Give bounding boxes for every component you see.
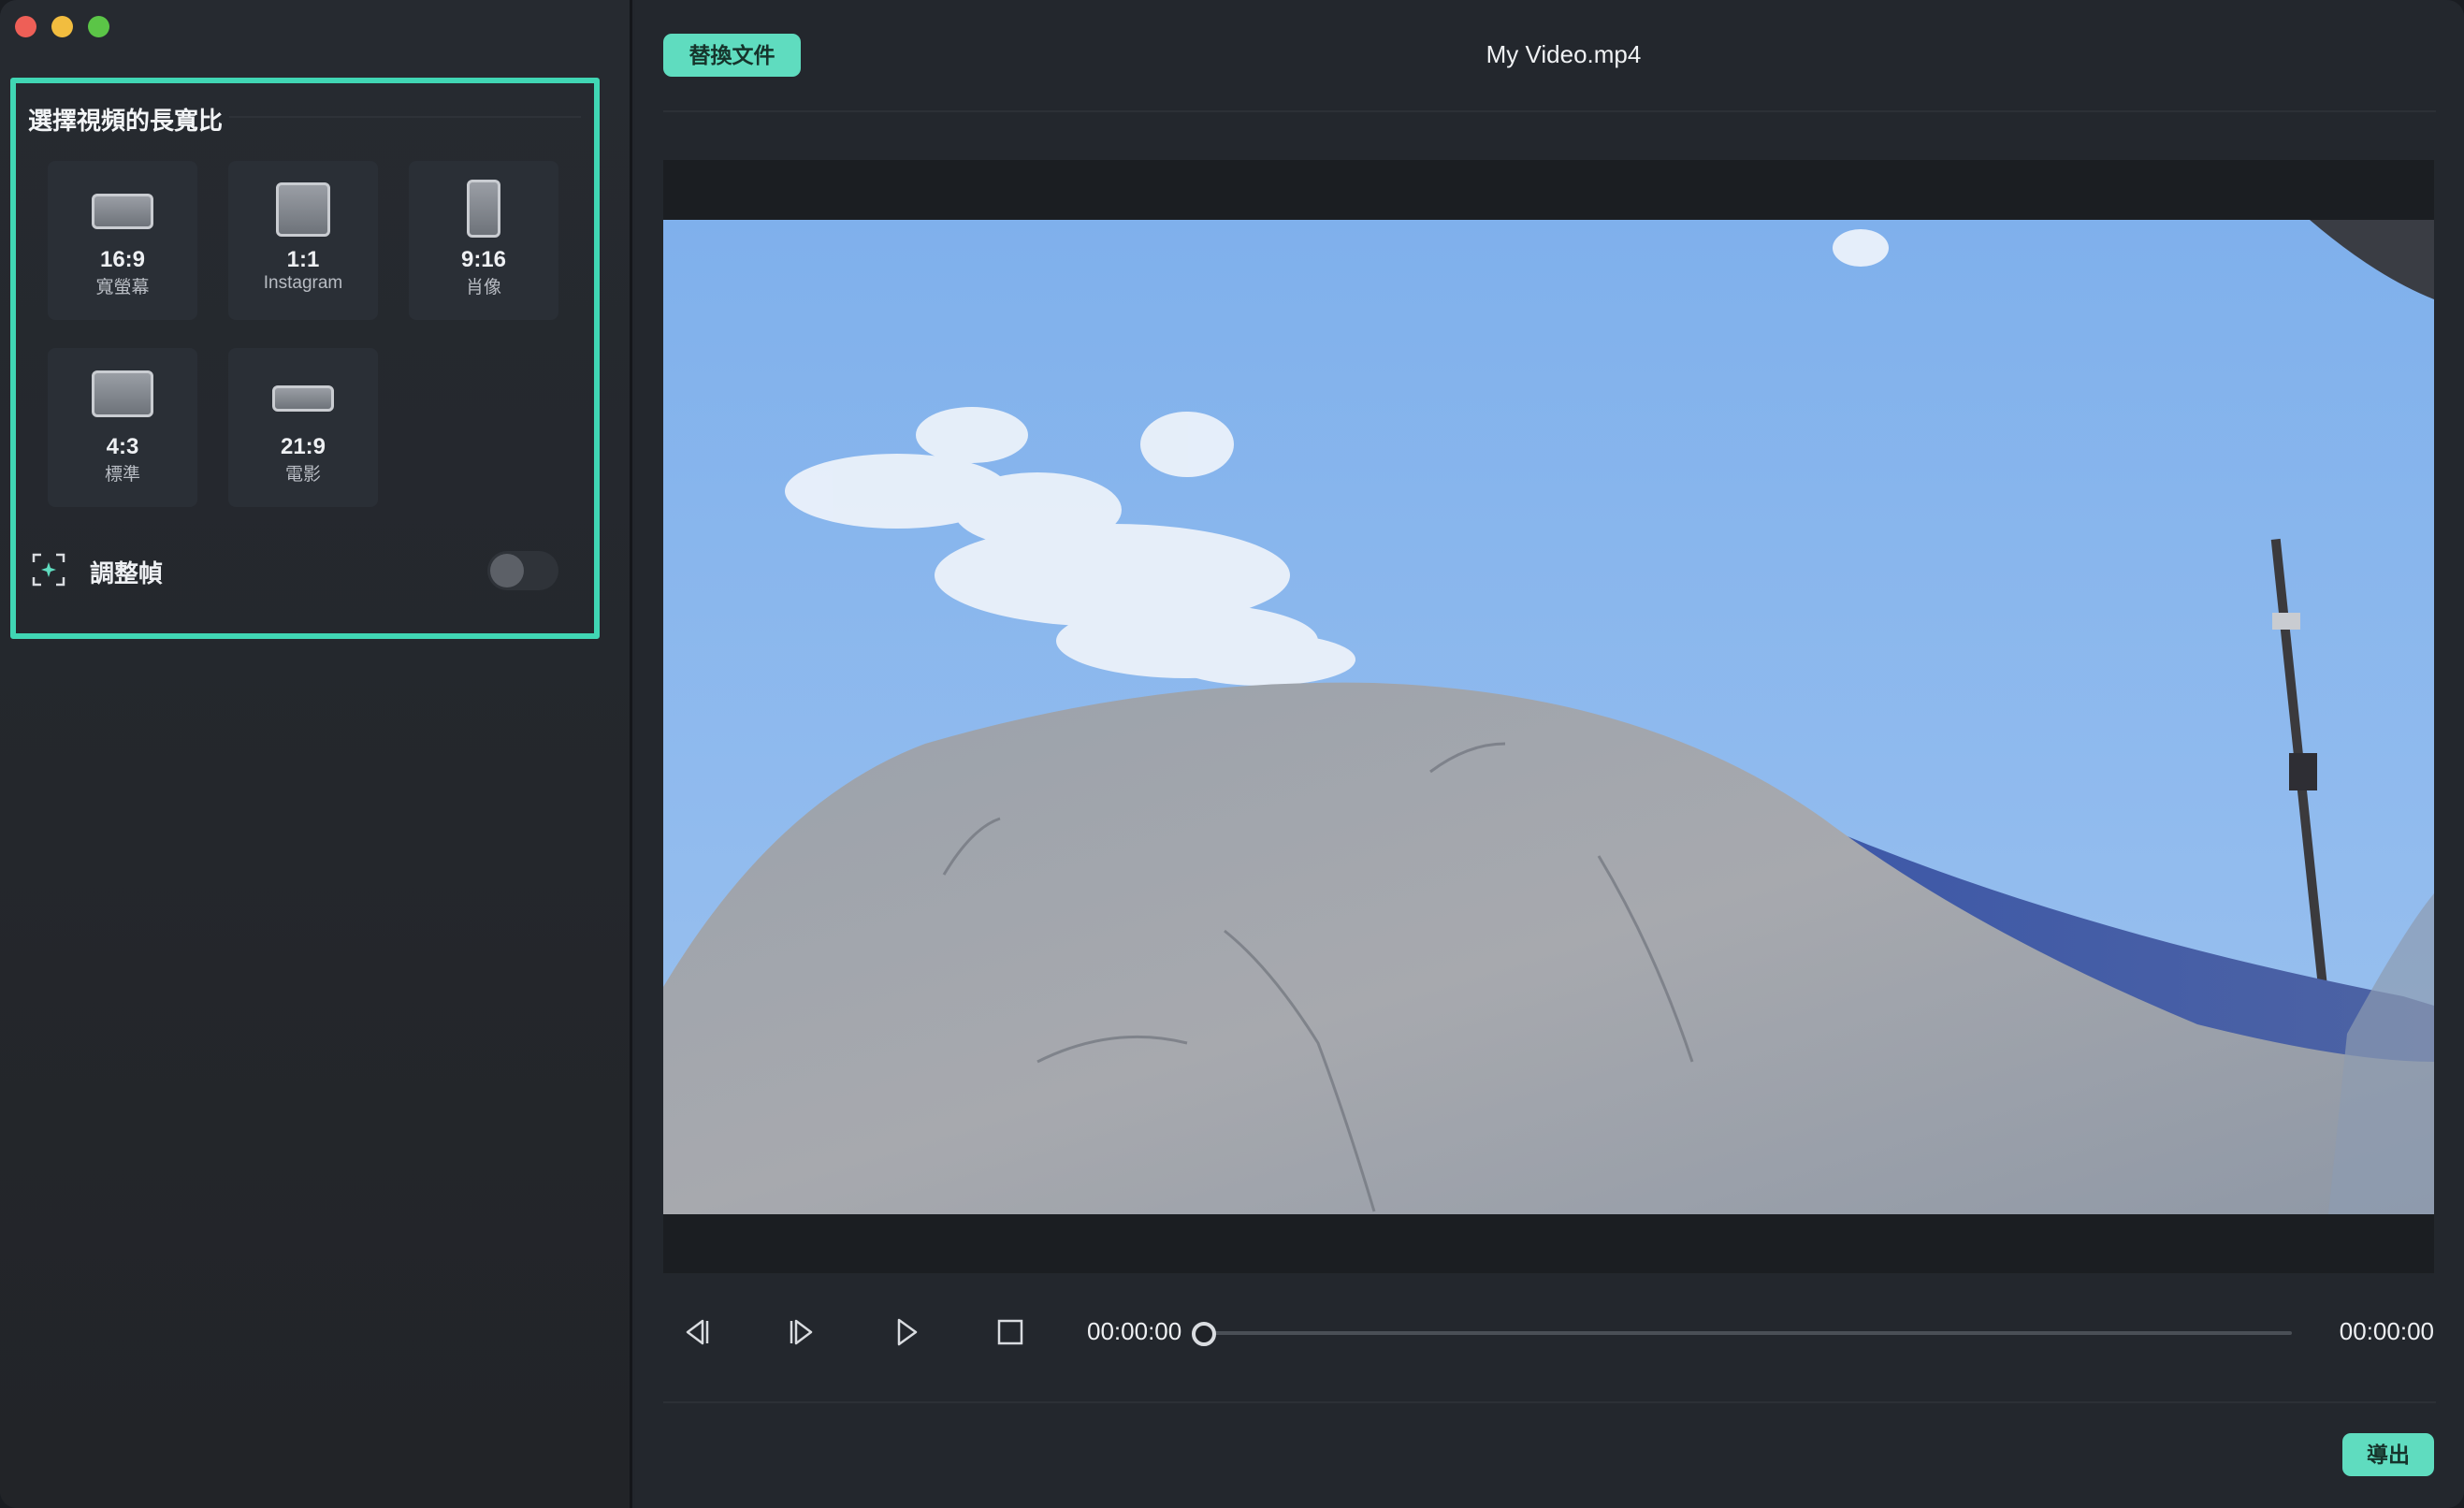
close-window-button[interactable] [15, 16, 36, 37]
divider [663, 1401, 2436, 1403]
ratio-label: Instagram [263, 273, 343, 293]
toggle-knob [490, 554, 524, 587]
ratio-label: 電影 [284, 465, 321, 485]
timeline-track[interactable] [1201, 1331, 2292, 1335]
square-ratio-icon [276, 182, 330, 237]
ratio-value: 9:16 [460, 247, 507, 272]
ratio-label: 標準 [104, 465, 140, 485]
cinema-ratio-icon [272, 385, 334, 412]
current-time: 00:00:00 [1087, 1317, 1182, 1345]
panel-title: 選擇視頻的長寬比 [28, 107, 224, 135]
adjust-frame-toggle[interactable] [487, 551, 558, 590]
ratio-tile-9-16[interactable]: 9:16 肖像 [409, 161, 558, 320]
next-frame-icon[interactable] [781, 1312, 822, 1353]
ratio-tile-21-9[interactable]: 21:9 電影 [228, 348, 378, 507]
widescreen-ratio-icon [92, 194, 153, 229]
ratio-label: 肖像 [465, 278, 501, 297]
standard-ratio-icon [92, 370, 153, 417]
stop-icon[interactable] [990, 1312, 1031, 1353]
ratio-tile-4-3[interactable]: 4:3 標準 [48, 348, 197, 507]
maximize-window-button[interactable] [88, 16, 109, 37]
ratio-tile-16-9[interactable]: 16:9 寬螢幕 [48, 161, 197, 320]
divider [663, 110, 2436, 112]
adjust-frame-row: 調整幀 [32, 546, 558, 593]
timeline-scrubber[interactable] [1192, 1322, 1216, 1346]
export-button[interactable]: 導出 [2342, 1433, 2434, 1476]
ratio-label: 寬螢幕 [95, 278, 150, 297]
previous-frame-icon[interactable] [676, 1312, 717, 1353]
video-frame [663, 220, 2434, 1214]
adjust-frame-label: 調整幀 [90, 559, 164, 587]
ratio-value: 1:1 [286, 247, 320, 272]
auto-reframe-icon [32, 553, 65, 587]
file-name-title: My Video.mp4 [1486, 40, 1642, 68]
ratio-value: 4:3 [106, 434, 139, 459]
video-frame-image [663, 220, 2434, 1214]
total-time: 00:00:00 [2339, 1317, 2434, 1345]
playback-controls: 00:00:00 00:00:00 [663, 1291, 2434, 1373]
divider [229, 116, 581, 118]
video-preview[interactable] [663, 160, 2434, 1273]
ratio-value: 16:9 [99, 247, 146, 272]
play-icon[interactable] [886, 1312, 927, 1353]
minimize-window-button[interactable] [51, 16, 73, 37]
ratio-tile-1-1[interactable]: 1:1 Instagram [228, 161, 378, 320]
app-window: 選擇視頻的長寬比 16:9 寬螢幕 1:1 Instagram 9:16 肖像 [0, 0, 2464, 1508]
aspect-ratio-panel: 選擇視頻的長寬比 16:9 寬螢幕 1:1 Instagram 9:16 肖像 [10, 78, 600, 639]
ratio-value: 21:9 [280, 434, 326, 459]
sidebar: 選擇視頻的長寬比 16:9 寬螢幕 1:1 Instagram 9:16 肖像 [0, 0, 632, 1508]
window-controls [15, 16, 109, 37]
portrait-ratio-icon [467, 180, 500, 238]
main-area: 替換文件 My Video.mp4 00:00:00 00:00:00 導出 [635, 0, 2464, 1508]
